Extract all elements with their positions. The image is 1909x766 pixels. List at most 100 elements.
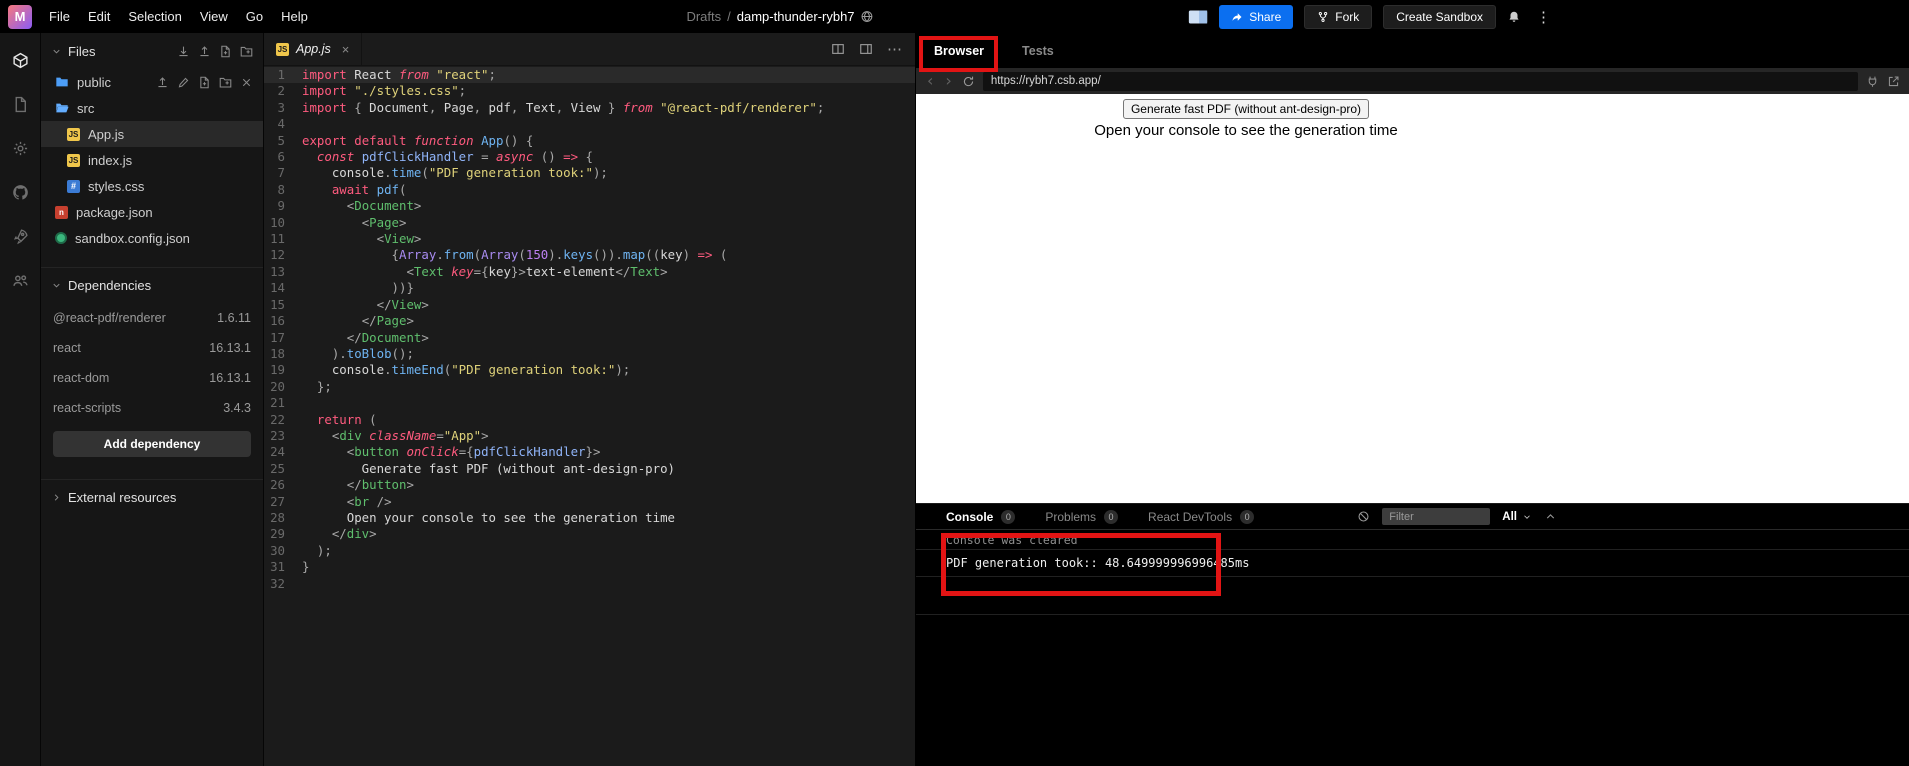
- editor-more-icon[interactable]: ⋯: [887, 40, 903, 58]
- breadcrumb: Drafts / damp-thunder-rybh7: [686, 9, 873, 24]
- fork-button[interactable]: Fork: [1304, 4, 1373, 29]
- file-label: src: [77, 100, 95, 116]
- line-number: 5: [277, 132, 285, 148]
- add-dependency-button[interactable]: Add dependency: [53, 431, 251, 457]
- upload-icon[interactable]: [156, 76, 169, 89]
- count-badge: 0: [1001, 509, 1016, 524]
- new-folder-icon[interactable]: [219, 76, 232, 89]
- code-line: 4: [264, 116, 915, 132]
- console-tab-problems[interactable]: Problems 0: [1045, 509, 1119, 524]
- expand-console-icon[interactable]: [1544, 510, 1557, 523]
- new-folder-icon[interactable]: [240, 45, 253, 58]
- breadcrumb-folder[interactable]: Drafts: [686, 9, 721, 24]
- settings-icon[interactable]: [0, 129, 41, 168]
- generate-pdf-button[interactable]: Generate fast PDF (without ant-design-pr…: [1122, 99, 1370, 119]
- back-icon[interactable]: ‹: [925, 73, 935, 89]
- dependency-row[interactable]: @react-pdf/renderer 1.6.11: [41, 303, 263, 333]
- explorer-icon[interactable]: [0, 41, 41, 80]
- line-number: 19: [270, 362, 285, 378]
- split-horizontal-icon[interactable]: [831, 42, 845, 56]
- code-line: 22 return (: [264, 412, 915, 428]
- file-App.js[interactable]: JS App.js: [41, 121, 263, 147]
- close-tab-icon[interactable]: ×: [342, 42, 350, 57]
- code-area[interactable]: 1 import React from "react"; 2 import "./st…: [264, 66, 915, 766]
- share-button[interactable]: Share: [1219, 4, 1294, 29]
- create-sandbox-button[interactable]: Create Sandbox: [1383, 4, 1496, 29]
- file-src[interactable]: src: [41, 95, 263, 121]
- console-tabs: Console 0 Problems 0 React DevTools 0: [946, 509, 1255, 524]
- code-line: 23 <div className="App">: [264, 428, 915, 444]
- split-vertical-icon[interactable]: [859, 42, 873, 56]
- clear-console-icon[interactable]: [1357, 510, 1370, 523]
- dependency-version: 3.4.3: [223, 401, 251, 415]
- menu-bar-items: File Edit Selection View Go Help: [40, 9, 317, 24]
- menu-go[interactable]: Go: [237, 9, 272, 24]
- codesandbox-logo[interactable]: M: [8, 4, 32, 29]
- menu-help[interactable]: Help: [272, 9, 317, 24]
- files-section-header[interactable]: Files: [41, 33, 263, 69]
- chevron-right-icon: [51, 492, 62, 503]
- console-entry: PDF generation took:: 48.649999996996485…: [916, 550, 1909, 577]
- file-styles.css[interactable]: # styles.css: [41, 173, 263, 199]
- line-number: 17: [270, 329, 285, 345]
- more-menu-icon[interactable]: ⋮: [1532, 8, 1555, 26]
- open-in-new-window-icon[interactable]: [1887, 75, 1900, 88]
- rendered-app: Generate fast PDF (without ant-design-pr…: [916, 94, 1576, 139]
- dependency-row[interactable]: react-dom 16.13.1: [41, 363, 263, 393]
- line-number: 2: [277, 83, 285, 99]
- files-icon[interactable]: [0, 85, 41, 124]
- menu-file[interactable]: File: [40, 9, 79, 24]
- file-sandbox.config.json[interactable]: sandbox.config.json: [41, 225, 263, 251]
- url-bar[interactable]: [982, 71, 1858, 91]
- code-line: 1 import React from "react";: [264, 67, 915, 84]
- download-icon[interactable]: [177, 45, 190, 58]
- dependency-row[interactable]: react-scripts 3.4.3: [41, 393, 263, 423]
- log-level-value: All: [1502, 510, 1517, 523]
- upload-icon[interactable]: [198, 45, 211, 58]
- sandbox-title[interactable]: damp-thunder-rybh7: [737, 9, 855, 24]
- console-tab-react-devtools[interactable]: React DevTools 0: [1148, 509, 1255, 524]
- file-public[interactable]: public: [41, 69, 263, 95]
- activity-bar: [0, 33, 41, 766]
- console-filter-input[interactable]: [1382, 508, 1491, 525]
- rename-icon[interactable]: [177, 76, 190, 89]
- css-icon: #: [67, 179, 80, 193]
- forward-icon[interactable]: ›: [943, 73, 953, 89]
- console-tab-label: React DevTools: [1148, 509, 1233, 524]
- menu-view[interactable]: View: [191, 9, 237, 24]
- line-number: 12: [270, 247, 285, 263]
- code-line: 10 <Page>: [264, 215, 915, 231]
- preview-layout-icon[interactable]: [1188, 10, 1208, 24]
- dependency-row[interactable]: react 16.13.1: [41, 333, 263, 363]
- code-line: 27 <br />: [264, 494, 915, 510]
- menu-edit[interactable]: Edit: [79, 9, 119, 24]
- external-resources-header[interactable]: External resources: [41, 479, 263, 515]
- js-file-icon: JS: [276, 42, 289, 56]
- menu-selection[interactable]: Selection: [119, 9, 190, 24]
- github-icon[interactable]: [0, 173, 41, 212]
- privacy-globe-icon[interactable]: [861, 10, 874, 23]
- file-package.json[interactable]: n package.json: [41, 199, 263, 225]
- dependencies-section-header[interactable]: Dependencies: [41, 267, 263, 303]
- preview-tab-browser[interactable]: Browser: [934, 44, 984, 58]
- preview-tab-tests[interactable]: Tests: [1022, 44, 1054, 58]
- deployment-icon[interactable]: [0, 217, 41, 256]
- delete-icon[interactable]: [240, 76, 253, 89]
- dependencies-title: Dependencies: [68, 278, 152, 293]
- file-index.js[interactable]: JS index.js: [41, 147, 263, 173]
- live-icon[interactable]: [0, 261, 41, 300]
- editor-tab-appjs[interactable]: JS App.js ×: [264, 33, 363, 65]
- notifications-bell-icon[interactable]: [1507, 10, 1521, 24]
- log-level-select[interactable]: All: [1502, 511, 1532, 523]
- file-label: package.json: [76, 204, 153, 220]
- dependency-name: react: [53, 341, 81, 355]
- code-line: 24 <button onClick={pdfClickHandler}>: [264, 444, 915, 460]
- new-file-icon[interactable]: [219, 45, 232, 58]
- preview-plugin-icon[interactable]: [1866, 75, 1879, 88]
- console-panel: Console 0 Problems 0 React DevTools 0 All Con…: [916, 503, 1909, 766]
- new-file-icon[interactable]: [198, 76, 211, 89]
- refresh-icon[interactable]: [962, 75, 975, 88]
- code-line: 3 import { Document, Page, pdf, Text, Vie…: [264, 100, 915, 116]
- share-arrow-icon: [1231, 11, 1243, 23]
- console-tab-console[interactable]: Console 0: [946, 509, 1016, 524]
